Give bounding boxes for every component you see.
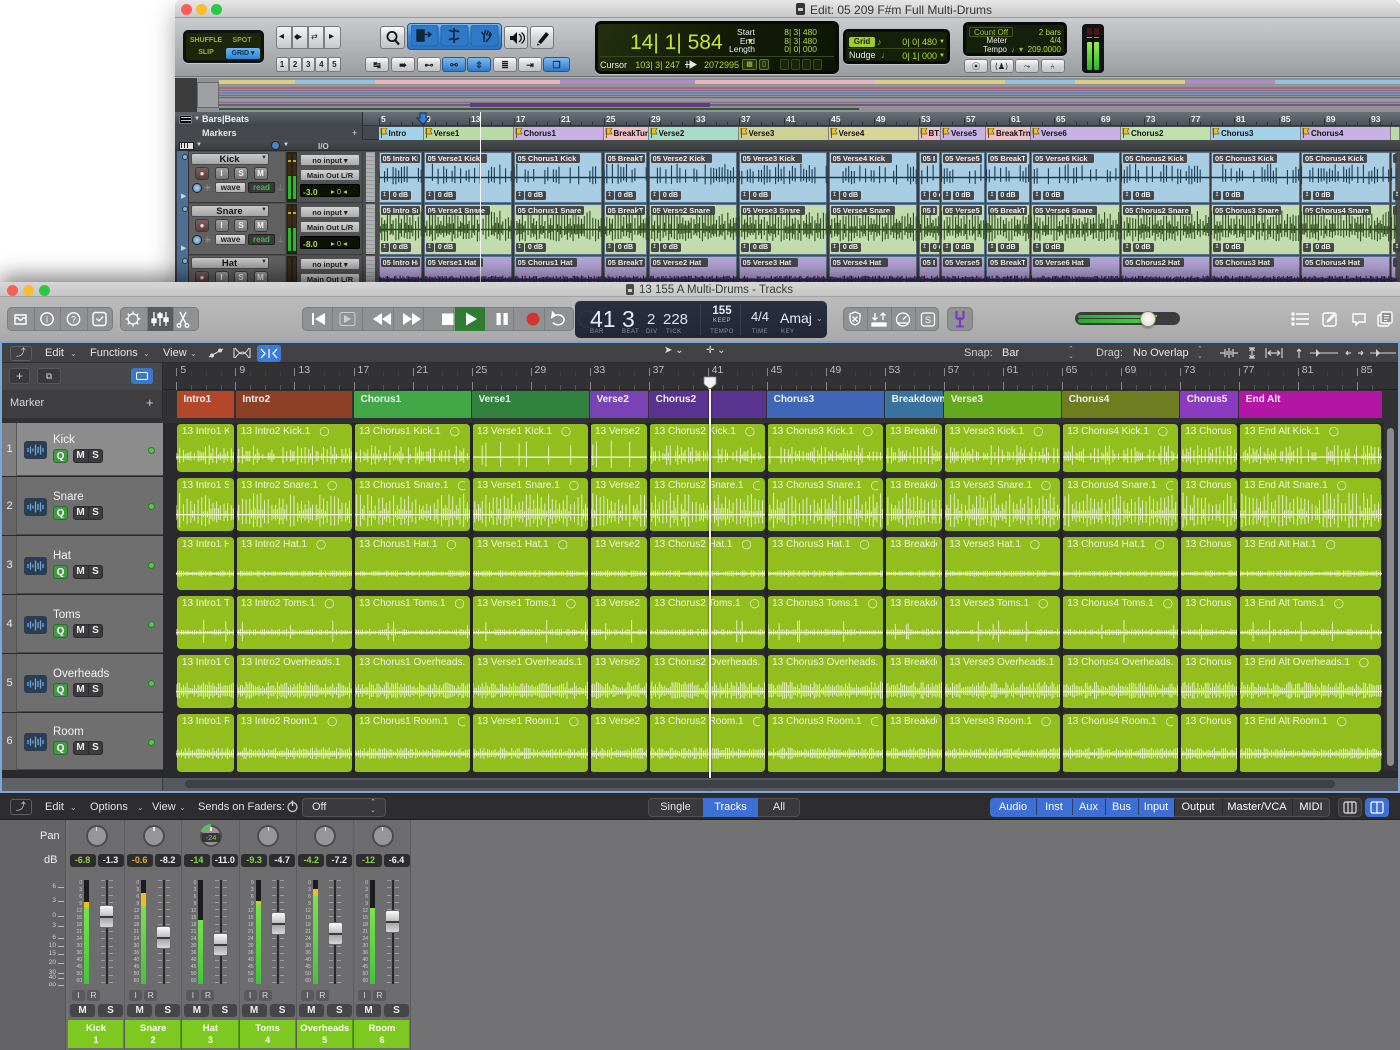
- svg-text:S: S: [925, 315, 931, 325]
- svg-text:?: ?: [71, 315, 76, 325]
- svg-text:i: i: [46, 315, 48, 325]
